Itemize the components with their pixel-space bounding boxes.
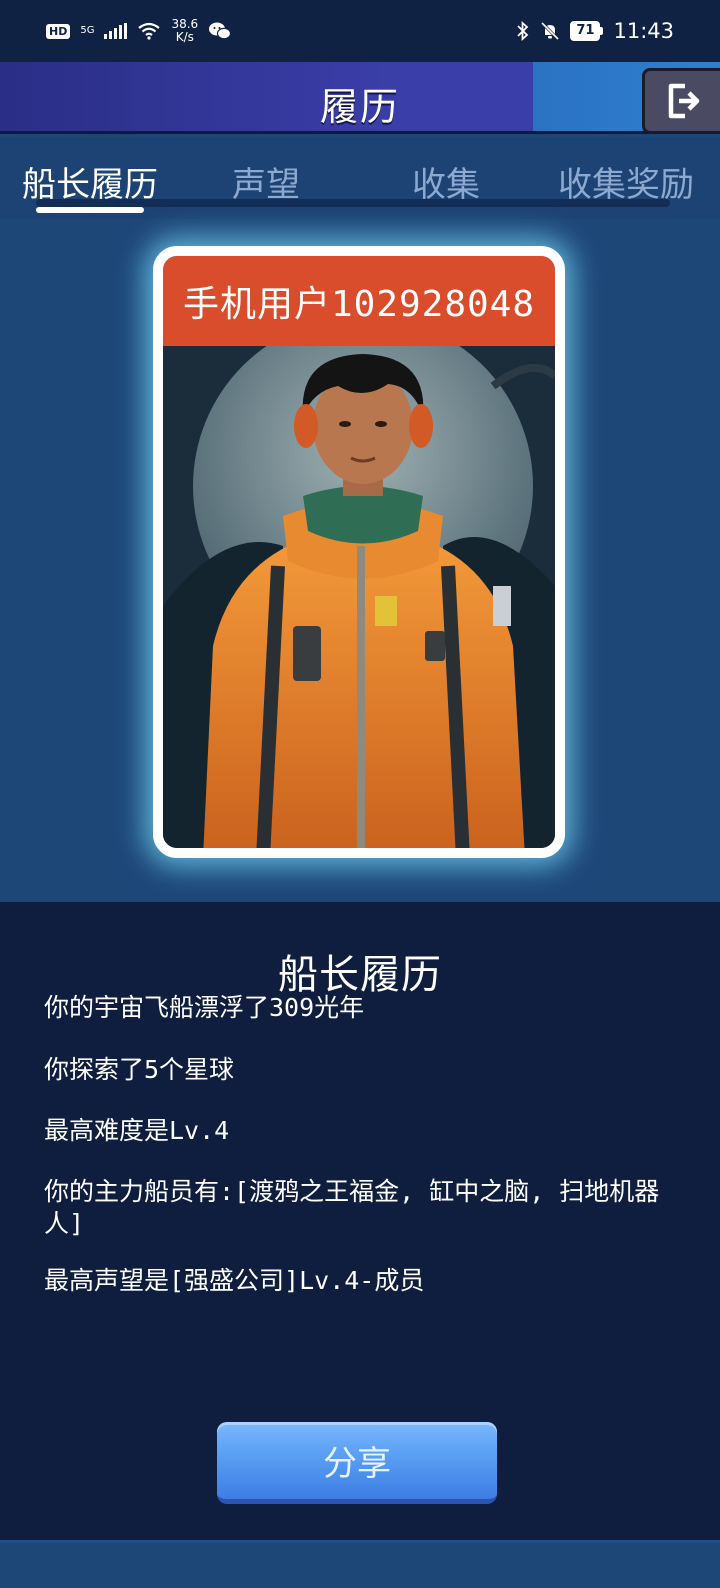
wifi-icon bbox=[138, 22, 161, 40]
battery-level: 71 bbox=[570, 21, 601, 41]
network-type: 5G bbox=[80, 25, 95, 36]
card-area: 手机用户102928048 bbox=[0, 219, 720, 902]
battery-icon: 71 bbox=[570, 21, 604, 41]
signal-icon bbox=[104, 23, 128, 39]
tab-captain-resume[interactable]: 船长履历 bbox=[22, 157, 158, 206]
speed-unit: K/s bbox=[175, 30, 194, 44]
wechat-icon bbox=[209, 22, 232, 40]
page-title: 履历 bbox=[319, 85, 400, 129]
status-right: 71 11:43 bbox=[516, 19, 674, 43]
captain-name: 手机用户102928048 bbox=[163, 256, 555, 346]
resume-line-distance: 你的宇宙飞船漂浮了309光年 bbox=[44, 993, 365, 1022]
network-speed: 38.6 K/s bbox=[171, 18, 198, 44]
clock: 11:43 bbox=[613, 19, 674, 43]
tab-reputation[interactable]: 声望 bbox=[232, 157, 300, 206]
tab-collection[interactable]: 收集 bbox=[412, 157, 480, 206]
resume-line-crew: 你的主力船员有:[渡鸦之王福金, 缸中之脑, 扫地机器人] bbox=[44, 1177, 660, 1238]
resume-panel: 船长履历 你的宇宙飞船漂浮了309光年 你探索了5个星球 最高难度是Lv.4 你… bbox=[0, 902, 720, 1540]
resume-line-planets: 你探索了5个星球 bbox=[44, 1055, 235, 1084]
share-button[interactable]: 分享 bbox=[217, 1422, 497, 1504]
speed-value: 38.6 bbox=[171, 17, 199, 31]
bluetooth-icon bbox=[517, 21, 529, 41]
tab-bar: 船长履历 声望 收集 收集奖励 bbox=[0, 137, 720, 219]
active-tab-indicator bbox=[36, 207, 144, 213]
captain-portrait bbox=[163, 346, 555, 848]
hd-badge: HD bbox=[46, 23, 71, 39]
resume-line-difficulty: 最高难度是Lv.4 bbox=[44, 1116, 230, 1145]
mute-bell-icon bbox=[541, 21, 560, 41]
captain-card: 手机用户102928048 bbox=[153, 246, 565, 858]
exit-icon bbox=[668, 83, 699, 119]
status-left: HD 5G 38.6 K/s bbox=[46, 18, 232, 44]
bottom-strip bbox=[0, 1540, 720, 1588]
tab-collection-rewards[interactable]: 收集奖励 bbox=[558, 157, 694, 206]
exit-button[interactable] bbox=[642, 68, 720, 134]
header: 履历 bbox=[0, 62, 720, 134]
resume-line-reputation: 最高声望是[强盛公司]Lv.4-成员 bbox=[44, 1266, 425, 1295]
status-bar: HD 5G 38.6 K/s 71 11:43 bbox=[0, 0, 720, 62]
